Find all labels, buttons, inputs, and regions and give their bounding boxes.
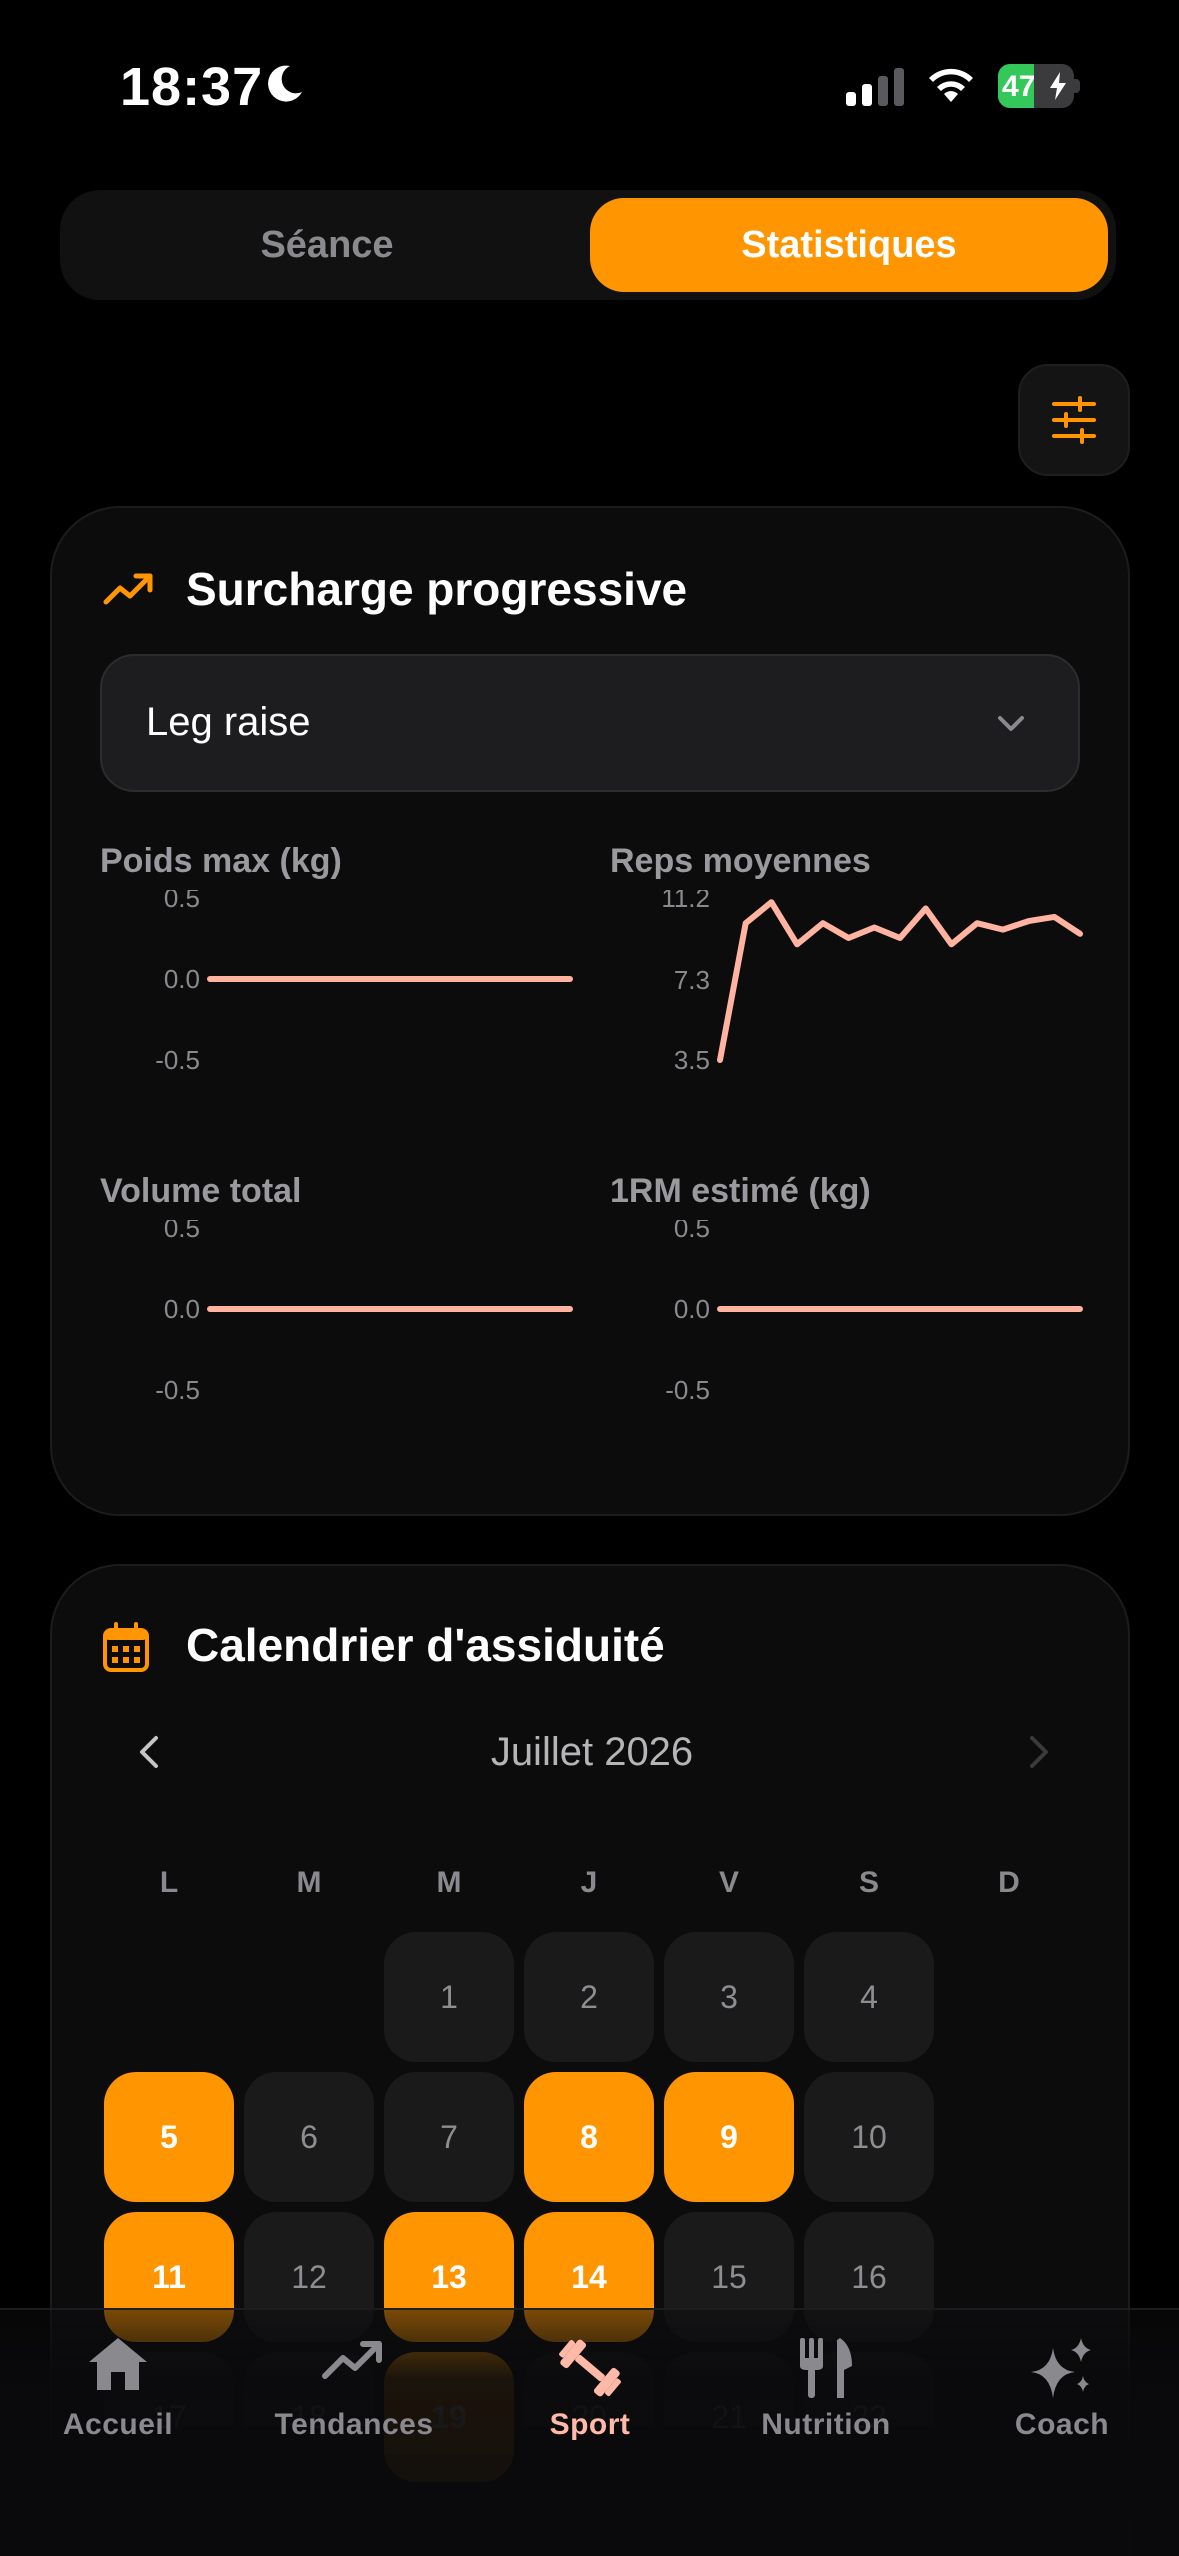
y-tick-label: -0.5 [155, 1045, 200, 1075]
y-tick-label: -0.5 [155, 1375, 200, 1405]
calendar-day[interactable]: 5 [104, 2072, 234, 2202]
chart-plot: 11.2 7.3 3.5 [661, 890, 1083, 1075]
sparkles-icon [1031, 2338, 1091, 2398]
tab-label: Coach [1014, 2408, 1110, 2441]
chart-title: Poids max (kg) [100, 842, 342, 880]
home-icon [89, 2338, 147, 2390]
weekday-label: L [159, 1866, 179, 1899]
y-tick-label: 11.2 [661, 890, 710, 913]
weekday-label: V [718, 1866, 739, 1899]
progressive-overload-card: Surcharge progressive Leg raise Poids ma… [50, 506, 1130, 1516]
series-line [717, 899, 1083, 1063]
tab-accueil[interactable]: Accueil [0, 2310, 236, 2450]
dumbbell-icon [559, 2339, 621, 2397]
y-tick-label: 0.0 [164, 964, 200, 994]
weekday-label: M [296, 1866, 322, 1899]
y-tick-label: 7.3 [674, 965, 710, 995]
chevron-down-icon [998, 716, 1024, 731]
tab-seance[interactable]: Séance [68, 198, 586, 292]
y-tick-label: 0.5 [164, 890, 200, 913]
calendar-day[interactable]: 6 [244, 2072, 374, 2202]
y-tick-label: 0.5 [674, 1220, 710, 1243]
exercise-selected-value: Leg raise [146, 700, 311, 744]
status-time: 18:37 [120, 57, 264, 117]
calendar-day[interactable]: 4 [804, 1932, 934, 2062]
y-tick-label: 0.0 [674, 1294, 710, 1324]
chart-max-weight: Poids max (kg) 0.5 0.0 -0.5 [100, 842, 600, 1122]
chart-title: Reps moyennes [610, 842, 871, 880]
tab-label: Accueil [62, 2408, 174, 2441]
card-title: Calendrier d'assiduité [186, 1619, 665, 1671]
segmented-control: Séance Statistiques [60, 190, 1116, 300]
chart-avg-reps: Reps moyennes 11.2 7.3 3.5 [610, 842, 1110, 1122]
y-tick-label: -0.5 [665, 1375, 710, 1405]
tab-label: Sport [549, 2408, 631, 2441]
fork-knife-icon [800, 2338, 852, 2398]
tab-sport[interactable]: Sport [472, 2310, 708, 2450]
tab-statistiques[interactable]: Statistiques [590, 198, 1108, 292]
weekday-label: S [858, 1866, 879, 1899]
filter-button[interactable] [1018, 364, 1130, 476]
chart-plot: 0.5 0.0 -0.5 [665, 1220, 1083, 1405]
wifi-icon [929, 68, 973, 102]
calendar-day[interactable]: 7 [384, 2072, 514, 2202]
battery-indicator: 47 [998, 64, 1080, 108]
tab-nutrition[interactable]: Nutrition [708, 2310, 944, 2450]
charging-bolt-icon [1050, 72, 1066, 100]
moon-icon [268, 65, 302, 102]
chart-plot: 0.5 0.0 -0.5 [155, 890, 573, 1075]
status-bar: 18:37 47 [0, 0, 1179, 180]
month-navigation: Juillet 2026 [52, 1716, 1132, 1796]
weekday-label: J [580, 1866, 598, 1899]
battery-percent: 47 [1002, 70, 1036, 103]
chart-title: 1RM estimé (kg) [610, 1172, 871, 1210]
weekday-label: M [436, 1866, 462, 1899]
tab-coach[interactable]: Coach [944, 2310, 1179, 2450]
exercise-select[interactable]: Leg raise [100, 654, 1080, 792]
tab-label: Nutrition [761, 2408, 891, 2441]
y-tick-label: 0.5 [164, 1220, 200, 1243]
chevron-right-icon[interactable] [1020, 1730, 1056, 1774]
month-label: Juillet 2026 [490, 1730, 694, 1774]
weekday-label: D [998, 1866, 1020, 1899]
y-tick-label: 3.5 [674, 1045, 710, 1075]
calendar-icon [103, 1622, 149, 1672]
tab-label: Tendances [274, 2408, 434, 2441]
calendar-day[interactable]: 2 [524, 1932, 654, 2062]
bottom-tab-bar: Accueil Tendances Sport Nutrition Coach [0, 2308, 1179, 2556]
chart-estimated-1rm: 1RM estimé (kg) 0.5 0.0 -0.5 [610, 1172, 1110, 1452]
calendar-day[interactable]: 1 [384, 1932, 514, 2062]
calendar-day[interactable]: 10 [804, 2072, 934, 2202]
card-title: Surcharge progressive [186, 563, 688, 615]
trend-icon [322, 2341, 382, 2379]
sliders-icon [1052, 396, 1096, 444]
calendar-day[interactable]: 9 [664, 2072, 794, 2202]
calendar-day[interactable]: 8 [524, 2072, 654, 2202]
y-tick-label: 0.0 [164, 1294, 200, 1324]
trending-up-icon [103, 573, 153, 605]
chart-total-volume: Volume total 0.5 0.0 -0.5 [100, 1172, 600, 1452]
chart-plot: 0.5 0.0 -0.5 [155, 1220, 573, 1405]
tab-tendances[interactable]: Tendances [236, 2310, 472, 2450]
chart-title: Volume total [100, 1172, 302, 1210]
calendar-day[interactable]: 3 [664, 1932, 794, 2062]
cellular-signal-icon [846, 68, 904, 106]
